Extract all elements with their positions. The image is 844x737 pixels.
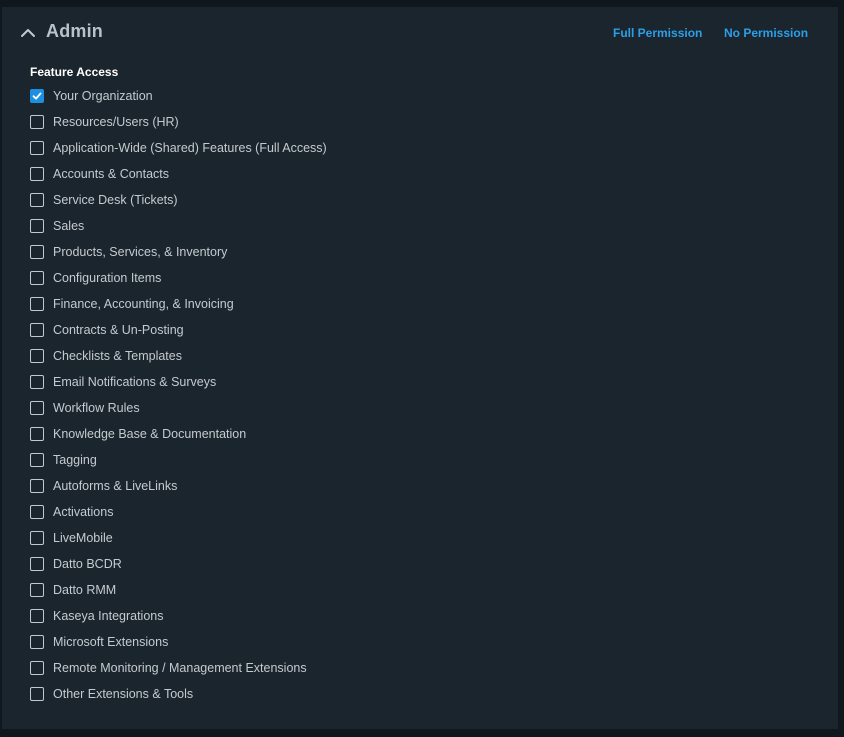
feature-access-item-label: Application-Wide (Shared) Features (Full… <box>53 141 327 155</box>
checkbox-unchecked[interactable] <box>30 297 44 311</box>
full-permission-link[interactable]: Full Permission <box>613 26 702 40</box>
checkbox-unchecked[interactable] <box>30 505 44 519</box>
feature-access-item[interactable]: Remote Monitoring / Management Extension… <box>30 655 327 681</box>
feature-access-item-label: Resources/Users (HR) <box>53 115 179 129</box>
feature-access-item[interactable]: Workflow Rules <box>30 395 327 421</box>
feature-access-item-label: Datto BCDR <box>53 557 122 571</box>
checkbox-unchecked[interactable] <box>30 349 44 363</box>
feature-access-item-label: Other Extensions & Tools <box>53 687 194 701</box>
feature-access-item-label: Microsoft Extensions <box>53 635 169 649</box>
feature-access-item[interactable]: Tagging <box>30 447 327 473</box>
feature-access-item-label: Sales <box>53 219 85 233</box>
checkbox-unchecked[interactable] <box>30 167 44 181</box>
checkbox-unchecked[interactable] <box>30 141 44 155</box>
checkbox-unchecked[interactable] <box>30 687 44 701</box>
checkbox-unchecked[interactable] <box>30 453 44 467</box>
checkmark-icon <box>32 92 42 100</box>
checkbox-unchecked[interactable] <box>30 193 44 207</box>
checkbox-unchecked[interactable] <box>30 557 44 571</box>
feature-access-item-label: Checklists & Templates <box>53 349 182 363</box>
feature-access-item-label: Email Notifications & Surveys <box>53 375 217 389</box>
feature-access-item-label: Tagging <box>53 453 97 467</box>
feature-access-item-label: Datto RMM <box>53 583 117 597</box>
feature-access-item[interactable]: Checklists & Templates <box>30 343 327 369</box>
checkbox-unchecked[interactable] <box>30 245 44 259</box>
checkbox-unchecked[interactable] <box>30 661 44 675</box>
section-header: Admin Full Permission No Permission <box>2 7 838 57</box>
feature-access-list: Your Organization Resources/Users (HR) App… <box>30 83 327 707</box>
checkbox-checked[interactable] <box>30 89 44 103</box>
feature-access-item[interactable]: Products, Services, & Inventory <box>30 239 327 265</box>
feature-access-item[interactable]: Kaseya Integrations <box>30 603 327 629</box>
feature-access-item[interactable]: Microsoft Extensions <box>30 629 327 655</box>
feature-access-item-label: Contracts & Un-Posting <box>53 323 184 337</box>
checkbox-unchecked[interactable] <box>30 635 44 649</box>
chevron-up-icon[interactable] <box>18 23 38 43</box>
feature-access-item[interactable]: Knowledge Base & Documentation <box>30 421 327 447</box>
feature-access-item-label: Activations <box>53 505 114 519</box>
feature-access-item-label: LiveMobile <box>53 531 113 545</box>
feature-access-item-label: Finance, Accounting, & Invoicing <box>53 297 234 311</box>
feature-access-item[interactable]: Autoforms & LiveLinks <box>30 473 327 499</box>
feature-access-item-label: Accounts & Contacts <box>53 167 170 181</box>
feature-access-label: Feature Access <box>30 65 119 79</box>
feature-access-item[interactable]: Your Organization <box>30 83 327 109</box>
checkbox-unchecked[interactable] <box>30 427 44 441</box>
feature-access-item[interactable]: Accounts & Contacts <box>30 161 327 187</box>
feature-access-item-label: Service Desk (Tickets) <box>53 193 178 207</box>
feature-access-item[interactable]: Email Notifications & Surveys <box>30 369 327 395</box>
no-permission-link[interactable]: No Permission <box>724 26 808 40</box>
feature-access-item[interactable]: Datto RMM <box>30 577 327 603</box>
admin-permissions-panel: Admin Full Permission No Permission Feat… <box>2 7 838 729</box>
feature-access-item[interactable]: Datto BCDR <box>30 551 327 577</box>
feature-access-item-label: Knowledge Base & Documentation <box>53 427 247 441</box>
checkbox-unchecked[interactable] <box>30 271 44 285</box>
checkbox-unchecked[interactable] <box>30 219 44 233</box>
checkbox-unchecked[interactable] <box>30 401 44 415</box>
feature-access-item[interactable]: Other Extensions & Tools <box>30 681 327 707</box>
feature-access-item-label: Products, Services, & Inventory <box>53 245 228 259</box>
checkbox-unchecked[interactable] <box>30 115 44 129</box>
checkbox-unchecked[interactable] <box>30 531 44 545</box>
checkbox-unchecked[interactable] <box>30 479 44 493</box>
feature-access-item[interactable]: Service Desk (Tickets) <box>30 187 327 213</box>
checkbox-unchecked[interactable] <box>30 609 44 623</box>
feature-access-item[interactable]: Activations <box>30 499 327 525</box>
feature-access-item[interactable]: Sales <box>30 213 327 239</box>
checkbox-unchecked[interactable] <box>30 375 44 389</box>
feature-access-item-label: Kaseya Integrations <box>53 609 164 623</box>
feature-access-item-label: Configuration Items <box>53 271 162 285</box>
feature-access-item[interactable]: Configuration Items <box>30 265 327 291</box>
feature-access-item[interactable]: Contracts & Un-Posting <box>30 317 327 343</box>
feature-access-item[interactable]: LiveMobile <box>30 525 327 551</box>
feature-access-item-label: Your Organization <box>53 89 153 103</box>
feature-access-item-label: Remote Monitoring / Management Extension… <box>53 661 307 675</box>
feature-access-item-label: Autoforms & LiveLinks <box>53 479 178 493</box>
feature-access-item[interactable]: Finance, Accounting, & Invoicing <box>30 291 327 317</box>
section-title: Admin <box>46 21 103 41</box>
feature-access-item[interactable]: Resources/Users (HR) <box>30 109 327 135</box>
feature-access-item-label: Workflow Rules <box>53 401 140 415</box>
checkbox-unchecked[interactable] <box>30 323 44 337</box>
feature-access-item[interactable]: Application-Wide (Shared) Features (Full… <box>30 135 327 161</box>
checkbox-unchecked[interactable] <box>30 583 44 597</box>
